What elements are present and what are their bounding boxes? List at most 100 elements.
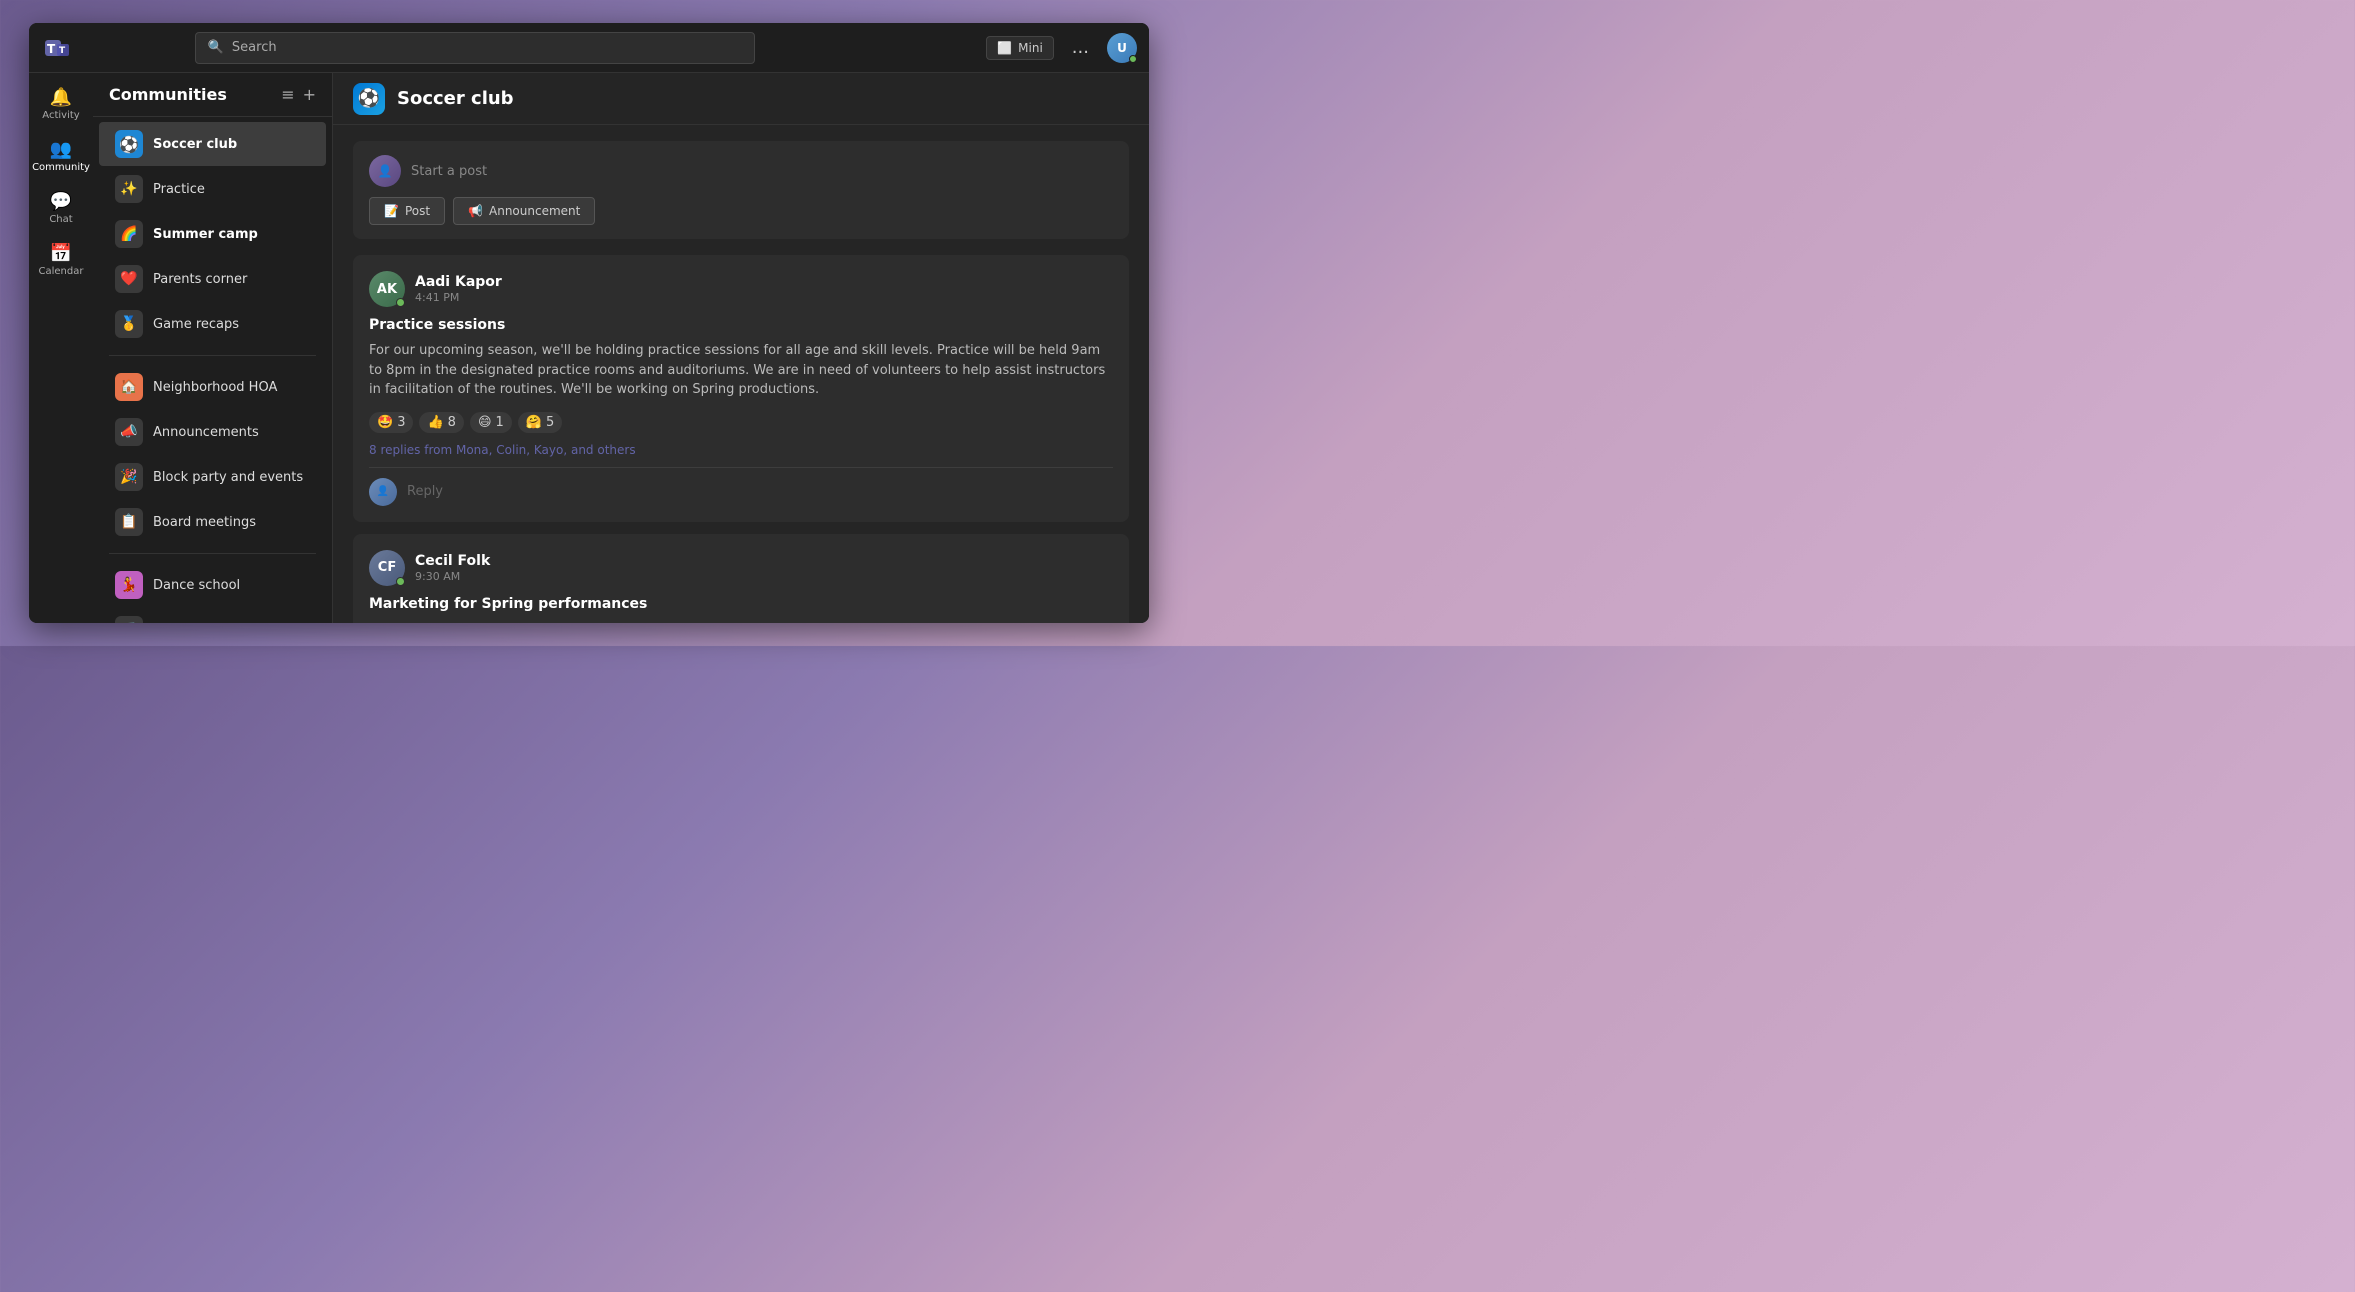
practice-name: Practice (153, 182, 310, 197)
community-list: ⚽ Soccer club ✨ Practice 🌈 Summer camp ❤… (93, 117, 332, 623)
reaction-thumbs[interactable]: 👍 8 (419, 412, 463, 433)
divider-1 (109, 355, 316, 356)
community-item-dance-school[interactable]: 💃 Dance school (99, 563, 326, 607)
post-header-2: CF Cecil Folk 9:30 AM (369, 550, 1113, 586)
mini-icon: ⬜ (997, 41, 1012, 55)
channel-icon: ⚽ (353, 83, 385, 115)
community-item-board-meetings[interactable]: 📋 Board meetings (99, 500, 326, 544)
community-item-summer-camp[interactable]: 🌈 Summer camp (99, 212, 326, 256)
announcement-label: Announcement (489, 204, 580, 218)
sidebar-item-calendar[interactable]: 📅 Calendar (35, 237, 87, 285)
communities-actions: ≡ + (281, 85, 316, 104)
community-item-parents-corner[interactable]: ❤️ Parents corner (99, 257, 326, 301)
post-label: Post (405, 204, 430, 218)
parents-corner-icon: ❤️ (115, 265, 143, 293)
post-avatar-2: CF (369, 550, 405, 586)
search-placeholder: Search (232, 40, 277, 55)
post-replies-1[interactable]: 8 replies from Mona, Colin, Kayo, and ot… (369, 443, 1113, 457)
reaction-thumbs-emoji: 👍 (427, 415, 443, 430)
post-area[interactable]: 👤 Start a post 📝 Post 📢 Announcement (333, 125, 1149, 623)
search-bar[interactable]: 🔍 Search (195, 32, 755, 64)
rehearsals-icon: 🎵 (115, 616, 143, 623)
calendar-icon: 📅 (50, 245, 72, 263)
post-reactions-1: 🤩 3 👍 8 😄 1 🤗 5 (369, 412, 1113, 433)
teams-logo: T T (41, 32, 73, 64)
announcements-name: Announcements (153, 425, 310, 440)
neighborhood-hoa-icon: 🏠 (115, 373, 143, 401)
announcements-icon: 📣 (115, 418, 143, 446)
main-panel: ⚽ Soccer club 👤 Start a post 📝 Post (333, 73, 1149, 623)
announcement-icon: 📢 (468, 204, 483, 218)
post-body-1: For our upcoming season, we'll be holdin… (369, 341, 1113, 400)
reply-placeholder-1[interactable]: Reply (407, 484, 443, 499)
reaction-laugh[interactable]: 😄 1 (470, 412, 512, 433)
compose-avatar: 👤 (369, 155, 401, 187)
main-content: 🔔 Activity 👥 Community 💬 Chat 📅 Calendar… (29, 73, 1149, 623)
dance-school-name: Dance school (153, 578, 310, 593)
user-avatar[interactable]: U (1107, 33, 1137, 63)
game-recaps-name: Game recaps (153, 317, 310, 332)
add-community-icon[interactable]: + (303, 85, 316, 104)
header-search: 🔍 Search (195, 32, 755, 64)
header: T T 🔍 Search ⬜ Mini ... U (29, 23, 1149, 73)
community-item-soccer-club[interactable]: ⚽ Soccer club (99, 122, 326, 166)
reaction-hug[interactable]: 🤗 5 (518, 412, 562, 433)
mini-button[interactable]: ⬜ Mini (986, 36, 1054, 60)
summer-camp-icon: 🌈 (115, 220, 143, 248)
post-author-2: Cecil Folk (415, 553, 490, 569)
community-item-rehearsals[interactable]: 🎵 Rehearsals (99, 608, 326, 623)
more-button[interactable]: ... (1064, 33, 1097, 62)
community-item-practice[interactable]: ✨ Practice (99, 167, 326, 211)
post-author-1: Aadi Kapor (415, 274, 502, 290)
divider-2 (109, 553, 316, 554)
online-dot-1 (396, 298, 405, 307)
post-button[interactable]: 📝 Post (369, 197, 445, 225)
compose-buttons: 📝 Post 📢 Announcement (369, 197, 1113, 225)
sidebar-item-community[interactable]: 👥 Community (35, 133, 87, 181)
dance-school-icon: 💃 (115, 571, 143, 599)
online-status (1129, 55, 1137, 63)
practice-icon: ✨ (115, 175, 143, 203)
compose-row: 👤 Start a post (369, 155, 1113, 187)
neighborhood-hoa-name: Neighborhood HOA (153, 380, 310, 395)
post-avatar-1: AK (369, 271, 405, 307)
filter-icon[interactable]: ≡ (281, 85, 294, 104)
header-right: ⬜ Mini ... U (986, 33, 1137, 63)
sidebar-item-activity[interactable]: 🔔 Activity (35, 81, 87, 129)
community-item-neighborhood-hoa[interactable]: 🏠 Neighborhood HOA (99, 365, 326, 409)
hoa-group: 🏠 Neighborhood HOA 📣 Announcements 🎉 Blo… (93, 360, 332, 549)
announcement-button[interactable]: 📢 Announcement (453, 197, 595, 225)
chat-icon: 💬 (50, 193, 72, 211)
sidebar-narrow: 🔔 Activity 👥 Community 💬 Chat 📅 Calendar (29, 73, 93, 623)
community-item-block-party[interactable]: 🎉 Block party and events (99, 455, 326, 499)
reaction-thumbs-count: 8 (448, 415, 456, 430)
community-item-game-recaps[interactable]: 🥇 Game recaps (99, 302, 326, 346)
post-time-2: 9:30 AM (415, 570, 490, 583)
post-title-1: Practice sessions (369, 317, 1113, 333)
board-meetings-name: Board meetings (153, 515, 310, 530)
chat-label: Chat (49, 214, 72, 225)
post-icon: 📝 (384, 204, 399, 218)
online-dot-2 (396, 577, 405, 586)
communities-header: Communities ≡ + (93, 73, 332, 117)
post-header-1: AK Aadi Kapor 4:41 PM (369, 271, 1113, 307)
activity-icon: 🔔 (50, 89, 72, 107)
svg-text:T: T (59, 46, 66, 56)
community-item-announcements[interactable]: 📣 Announcements (99, 410, 326, 454)
reaction-fire[interactable]: 🤩 3 (369, 412, 413, 433)
summer-camp-name: Summer camp (153, 227, 310, 242)
community-icon: 👥 (50, 141, 72, 159)
calendar-label: Calendar (39, 266, 84, 277)
rehearsals-name: Rehearsals (153, 623, 310, 624)
channel-title: Soccer club (397, 88, 514, 109)
post-card-2: CF Cecil Folk 9:30 AM Marketing for Spri… (353, 534, 1129, 624)
post-meta-1: Aadi Kapor 4:41 PM (415, 274, 502, 304)
reaction-hug-emoji: 🤗 (526, 415, 542, 430)
post-meta-2: Cecil Folk 9:30 AM (415, 553, 490, 583)
compose-placeholder[interactable]: Start a post (411, 164, 487, 179)
reaction-fire-count: 3 (397, 415, 405, 430)
sidebar-communities: Communities ≡ + ⚽ Soccer club ✨ Practice (93, 73, 333, 623)
svg-text:T: T (47, 42, 56, 56)
sidebar-item-chat[interactable]: 💬 Chat (35, 185, 87, 233)
soccer-club-icon: ⚽ (115, 130, 143, 158)
